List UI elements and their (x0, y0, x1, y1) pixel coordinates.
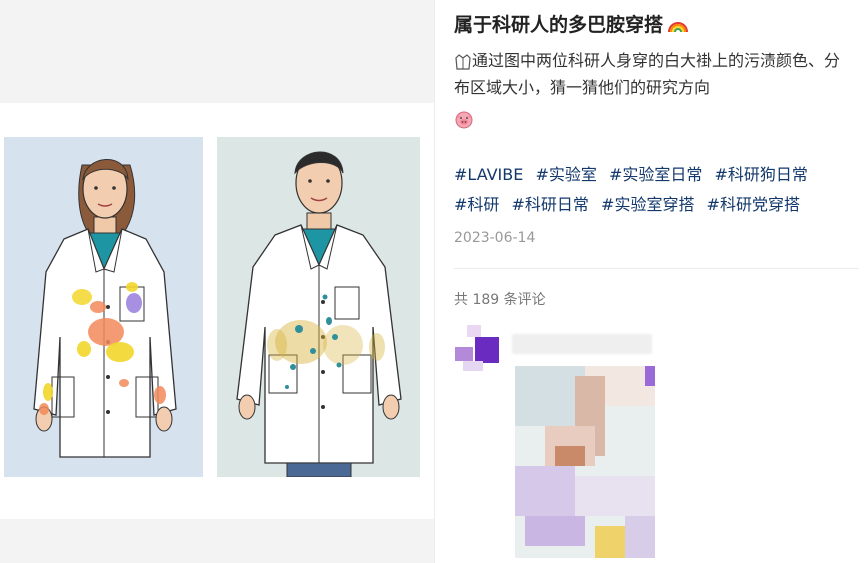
lab-coat-icon (455, 53, 471, 70)
tag-link[interactable]: #LAVIBE (454, 165, 523, 184)
tag-link[interactable]: #科研狗日常 (714, 165, 807, 184)
section-divider (454, 268, 859, 269)
commenter-avatar-blurred[interactable] (455, 323, 499, 373)
rainbow-icon (668, 21, 689, 32)
post-title: 属于科研人的多巴胺穿搭 (454, 10, 689, 37)
tag-link[interactable]: #实验室穿搭 (601, 195, 694, 214)
tag-list: #LAVIBE #实验室 #实验室日常 #科研狗日常 #科研 #科研日常 #实验… (454, 160, 859, 220)
comment-image-blurred[interactable] (515, 366, 655, 558)
illustration-panel-right (217, 137, 420, 478)
male-scientist-illustration (236, 151, 402, 478)
tag-link[interactable]: #科研党穿搭 (707, 195, 800, 214)
pig-emoji-row (454, 108, 474, 129)
post-description-text: 通过图中两位科研人身穿的白大褂上的污渍颜色、分布区域大小，猜一猜他们的研究方向 (454, 51, 841, 97)
tag-link[interactable]: #实验室 (535, 165, 596, 184)
post-description: 通过图中两位科研人身穿的白大褂上的污渍颜色、分布区域大小，猜一猜他们的研究方向 (454, 47, 854, 101)
post-title-text: 属于科研人的多巴胺穿搭 (454, 14, 664, 36)
pig-face-icon (455, 111, 473, 128)
tag-link[interactable]: #科研 (454, 195, 499, 214)
post-detail-panel: 属于科研人的多巴胺穿搭 通过图中两位科研人身穿的白大褂上的污渍颜色、分布区域大小… (435, 0, 865, 563)
tag-link[interactable]: #科研日常 (512, 195, 589, 214)
comment-count: 共 189 条评论 (454, 292, 546, 308)
tag-link[interactable]: #实验室日常 (609, 165, 702, 184)
post-date: 2023-06-14 (454, 230, 536, 246)
female-scientist-illustration (33, 159, 177, 458)
post-image-viewer[interactable] (0, 0, 434, 563)
post-image[interactable] (0, 103, 434, 519)
commenter-name-blurred[interactable] (512, 334, 652, 354)
illustration-panel-left (4, 137, 203, 477)
